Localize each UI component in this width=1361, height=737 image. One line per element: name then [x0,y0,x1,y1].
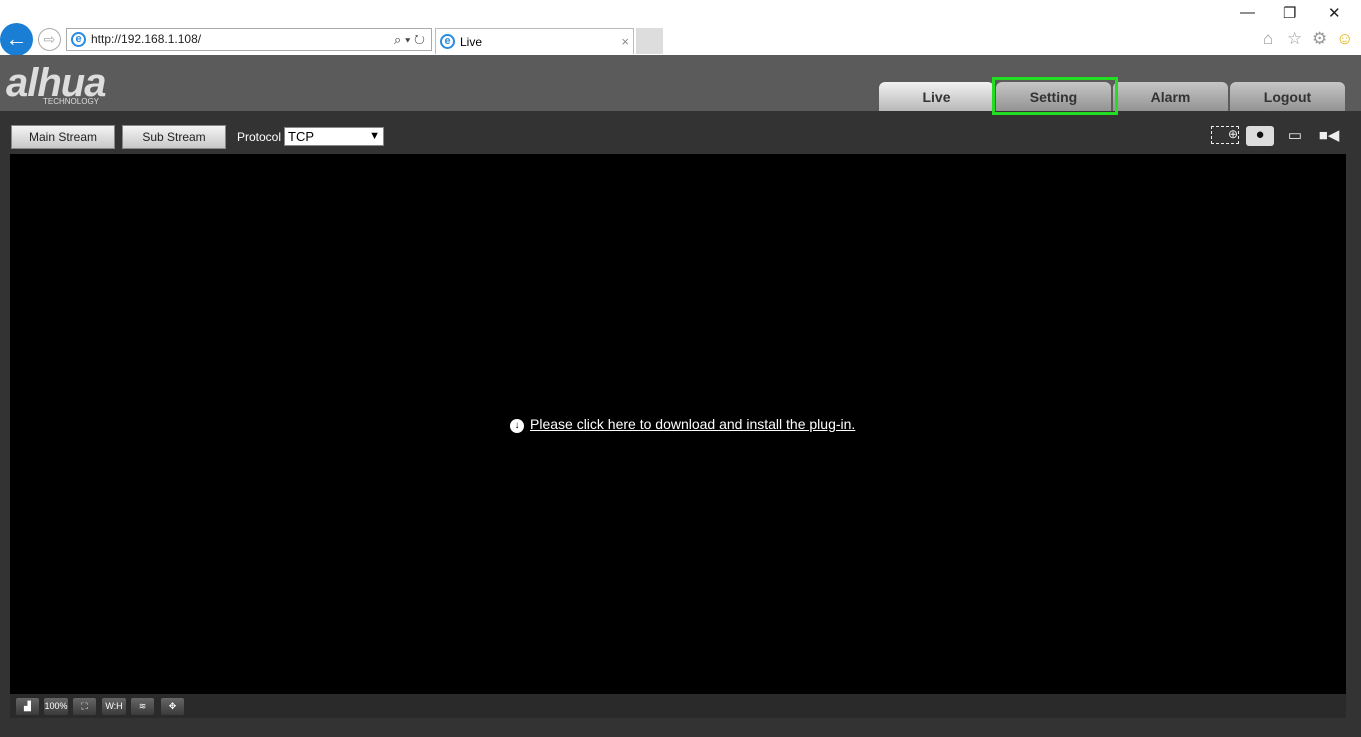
tab-alarm[interactable]: Alarm [1113,82,1228,111]
fullscreen-icon[interactable]: ⛶ [73,698,96,715]
plugin-link-text[interactable]: Please click here to download and instal… [530,416,855,432]
minimize-button[interactable]: — [1240,4,1255,21]
protocol-label: Protocol [237,130,282,144]
highlight-box [992,77,1118,115]
refresh-icon[interactable]: ↻ [414,32,425,47]
plugin-download-link[interactable]: ↓ Please click here to download and insta… [510,416,855,433]
snapshot-icon[interactable]: ● [1246,126,1274,146]
browser-tab[interactable]: e Live × [435,28,634,54]
image-adjust-icon[interactable]: ▟ [16,698,39,715]
tab-logout[interactable]: Logout [1230,82,1345,111]
logo-subtitle: TECHNOLOGY [43,97,100,106]
favorites-icon[interactable]: ☆ [1287,29,1302,49]
main-stream-button[interactable]: Main Stream [11,125,115,149]
ptz-icon[interactable]: ✥ [161,698,184,715]
sub-stream-button[interactable]: Sub Stream [122,125,226,149]
video-controls-bar: ▟ 100% ⛶ W:H ≋ ✥ [10,694,1346,718]
app-header: alhua TECHNOLOGY Live Setting Alarm Logo… [0,55,1361,111]
ie-icon: e [71,32,86,47]
triple-snapshot-icon[interactable]: ▭ [1281,126,1309,146]
ie-icon: e [440,34,455,49]
new-tab-button[interactable] [636,28,663,54]
url-text: http://192.168.1.108/ [91,32,202,46]
home-icon[interactable]: ⌂ [1263,29,1273,49]
download-icon: ↓ [510,419,524,433]
zoom-region-icon[interactable]: ⊕ [1211,126,1239,144]
smoothness-icon[interactable]: ≋ [131,698,154,715]
original-size-button[interactable]: 100% [44,698,68,715]
browser-chrome: ← ⇨ e http://192.168.1.108/ ⌕ ▾ ↻ e Live… [0,0,1361,56]
tab-live[interactable]: Live [879,82,994,111]
gear-icon[interactable]: ⚙ [1312,29,1327,49]
smiley-icon[interactable]: ☺ [1336,29,1353,49]
chevron-down-icon: ▼ [369,130,380,142]
tab-title: Live [460,35,483,49]
search-icon[interactable]: ⌕ ▾ [394,32,410,47]
close-button[interactable]: ✕ [1328,4,1341,22]
protocol-select[interactable]: TCP ▼ [284,127,384,146]
address-bar[interactable]: e http://192.168.1.108/ ⌕ ▾ ↻ [66,28,432,51]
close-tab-icon[interactable]: × [621,29,629,55]
forward-button[interactable]: ⇨ [38,28,61,51]
record-icon[interactable]: ■◀ [1315,126,1343,146]
restore-button[interactable]: ❐ [1283,4,1296,22]
back-button[interactable]: ← [0,23,33,56]
aspect-ratio-button[interactable]: W:H [102,698,126,715]
protocol-value: TCP [288,129,314,144]
